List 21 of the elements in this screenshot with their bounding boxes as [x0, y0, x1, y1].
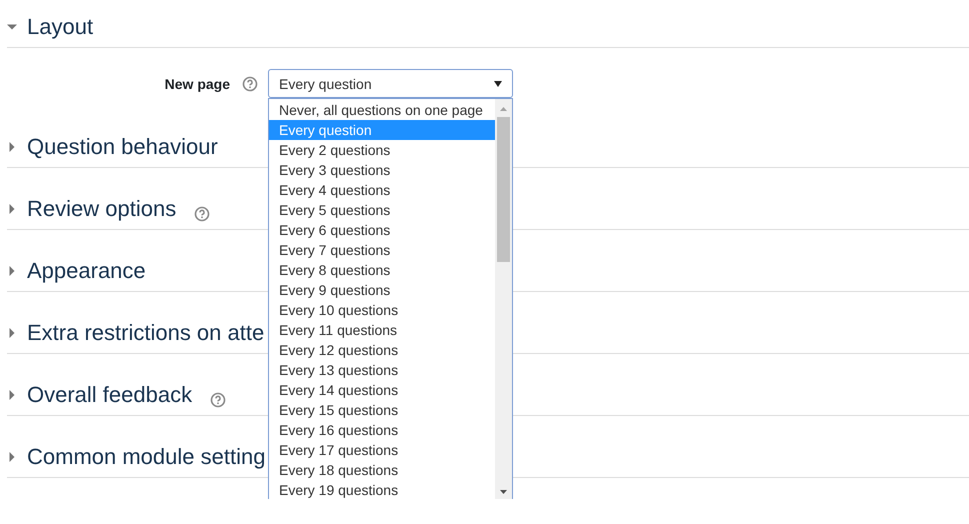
field-label: New page: [164, 76, 230, 92]
scrollbar[interactable]: [495, 99, 512, 499]
section-heading[interactable]: Review options: [27, 196, 176, 222]
help-icon[interactable]: [242, 76, 258, 92]
section-heading[interactable]: Common module setting: [27, 444, 266, 470]
section-heading[interactable]: Layout: [27, 14, 94, 40]
caret-right-icon[interactable]: [7, 328, 17, 338]
help-icon[interactable]: [194, 206, 210, 222]
caret-right-icon[interactable]: [7, 142, 17, 152]
caret-right-icon[interactable]: [7, 266, 17, 276]
caret-right-icon[interactable]: [7, 204, 17, 214]
section-heading[interactable]: Question behaviour: [27, 134, 218, 160]
caret-right-icon[interactable]: [7, 390, 17, 400]
dropdown-arrow-icon: [494, 80, 502, 86]
help-icon[interactable]: [210, 392, 226, 408]
section-heading[interactable]: Extra restrictions on atte: [27, 320, 264, 346]
select-field[interactable]: Every question: [268, 69, 513, 98]
section-heading[interactable]: Appearance: [27, 258, 146, 284]
caret-down-icon[interactable]: [7, 22, 17, 32]
section-heading[interactable]: Overall feedback: [27, 382, 192, 408]
caret-right-icon[interactable]: [7, 452, 17, 462]
